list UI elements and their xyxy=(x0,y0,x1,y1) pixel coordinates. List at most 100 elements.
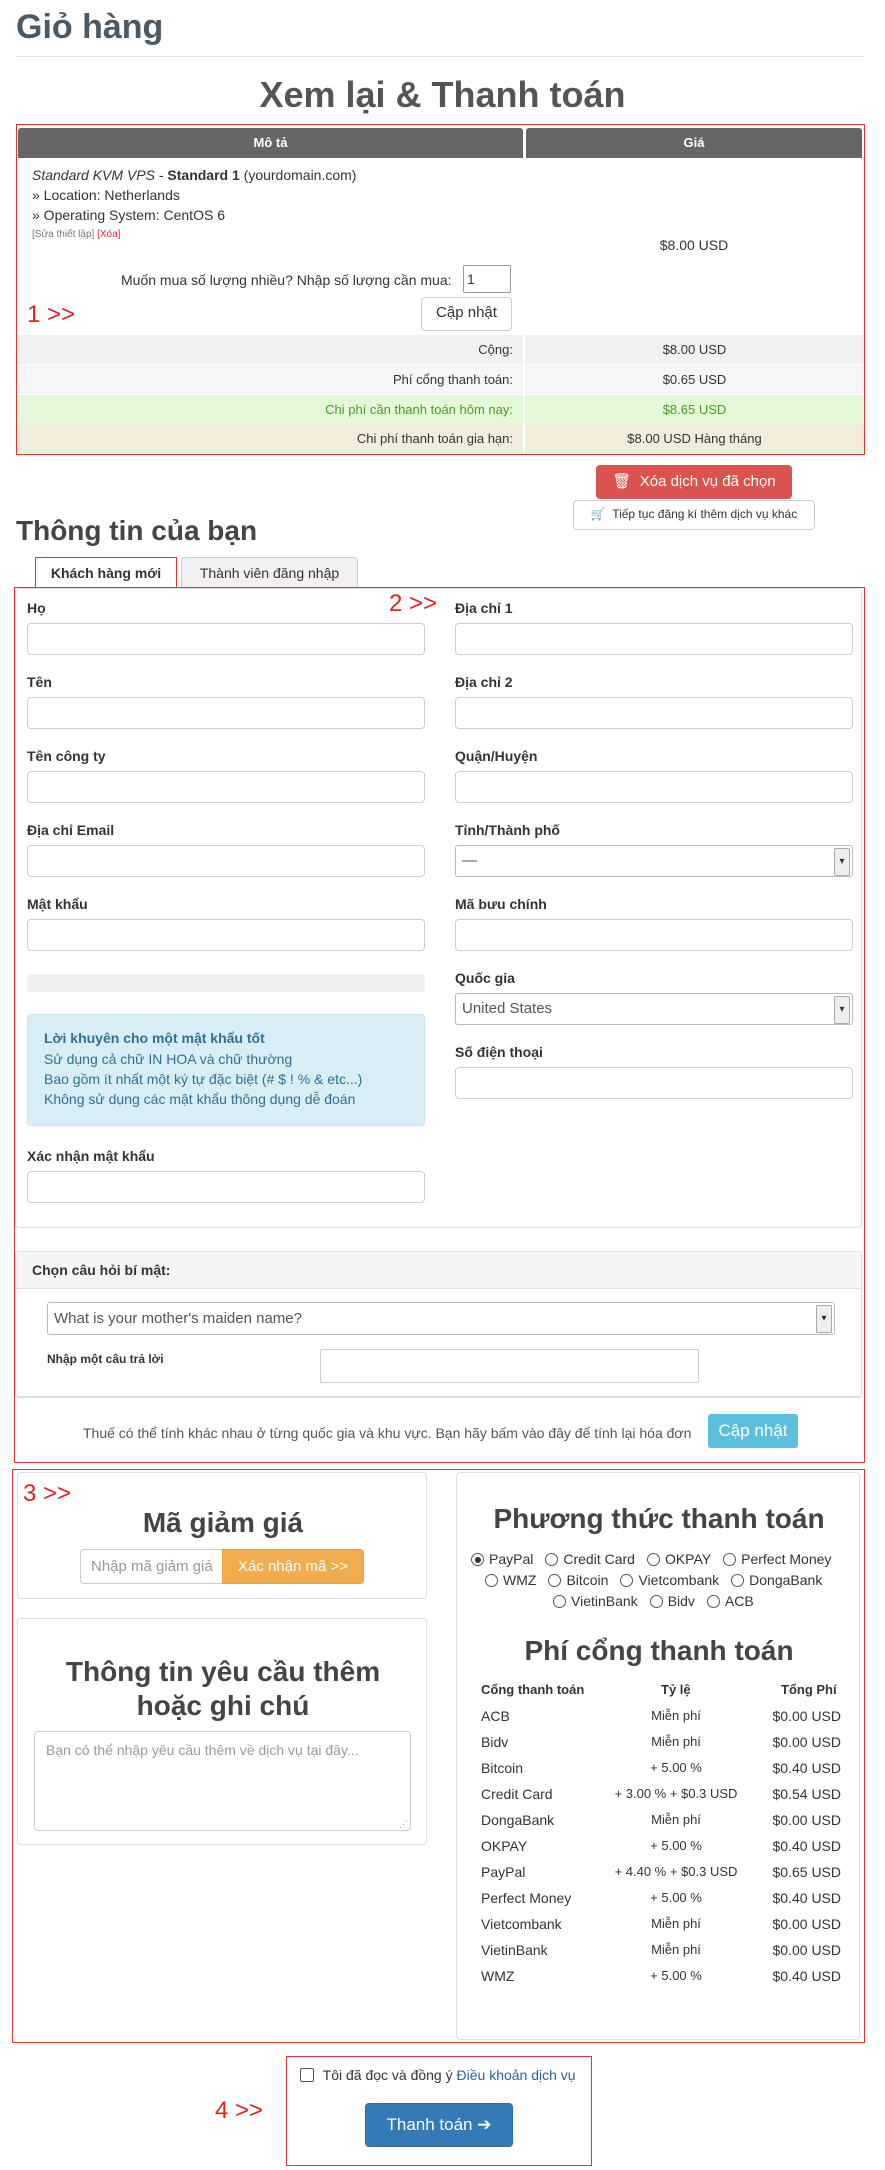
payment-radio[interactable] xyxy=(723,1553,737,1566)
payment-radio[interactable] xyxy=(620,1574,634,1587)
payment-method-perfect-money[interactable]: Perfect Money xyxy=(723,1551,831,1567)
tab-login[interactable]: Thành viên đăng nhập xyxy=(181,557,358,588)
payment-method-credit-card[interactable]: Credit Card xyxy=(545,1551,635,1567)
fee-gateway: DongaBank xyxy=(481,1812,555,1828)
fee-gateway: VietinBank xyxy=(481,1942,548,1958)
tax-note: Thuế có thể tính khác nhau ở từng quốc g… xyxy=(83,1425,692,1441)
payment-method-label: OKPAY xyxy=(664,1551,712,1567)
promo-input[interactable]: Nhập mã giảm giá xyxy=(80,1549,223,1584)
postcode-input[interactable] xyxy=(455,919,853,951)
fee-rate: + 5.00 % xyxy=(650,1838,702,1853)
product-name: Standard KVM VPS xyxy=(32,167,155,183)
province-value: — xyxy=(462,852,477,869)
continue-shopping-button[interactable]: 🛒 Tiếp tục đăng kí thêm dịch vụ khác xyxy=(573,500,815,530)
fee-header-total: Tổng Phí xyxy=(781,1682,837,1697)
country-label: Quốc gia xyxy=(455,970,515,986)
last-name-input[interactable] xyxy=(27,623,425,655)
fee-rate: Miễn phí xyxy=(651,1916,701,1931)
security-answer-input[interactable] xyxy=(320,1349,699,1383)
notes-textarea[interactable]: Bạn có thể nhập yêu cầu thêm về dịch vụ … xyxy=(34,1731,411,1831)
company-input[interactable] xyxy=(27,771,425,803)
security-question-select[interactable]: What is your mother's maiden name? ▾ xyxy=(47,1302,835,1335)
fee-rate: + 5.00 % xyxy=(650,1890,702,1905)
confirm-password-input[interactable] xyxy=(27,1171,425,1203)
payment-method-bitcoin[interactable]: Bitcoin xyxy=(548,1572,608,1588)
fee-rate: Miễn phí xyxy=(651,1942,701,1957)
address2-input[interactable] xyxy=(455,697,853,729)
phone-label: Số điện thoại xyxy=(455,1044,543,1060)
payment-title: Phương thức thanh toán xyxy=(493,1503,825,1534)
first-name-input[interactable] xyxy=(27,697,425,729)
qty-prompt: Muốn mua số lượng nhiều? Nhập số lượng c… xyxy=(121,272,452,288)
payment-radio[interactable] xyxy=(646,1553,660,1566)
fee-gateway: PayPal xyxy=(481,1864,526,1880)
fee-rate: Miễn phí xyxy=(651,1708,701,1723)
district-input[interactable] xyxy=(455,771,853,803)
fee-rate: Miễn phí xyxy=(651,1812,701,1827)
tab-new-customer[interactable]: Khách hàng mới xyxy=(35,557,177,589)
due-today-value: $8.65 USD xyxy=(525,395,864,424)
phone-input[interactable] xyxy=(455,1067,853,1099)
fee-rate: + 5.00 % xyxy=(650,1760,702,1775)
divider xyxy=(16,56,864,57)
payment-radio[interactable] xyxy=(553,1595,566,1608)
tos-link[interactable]: Điều khoản dịch vụ xyxy=(457,2067,576,2083)
product-domain: (yourdomain.com) xyxy=(243,167,357,183)
tax-update-button[interactable]: Cập nhật xyxy=(708,1414,798,1448)
tip-1: Sử dụng cả chữ IN HOA và chữ thường xyxy=(44,1051,293,1067)
payment-radio[interactable] xyxy=(731,1574,745,1587)
checkout-button[interactable]: Thanh toán ➔ xyxy=(365,2103,513,2147)
fee-total: $0.00 USD xyxy=(772,1812,841,1828)
country-select[interactable]: United States ▾ xyxy=(455,993,853,1025)
tos-agreement: Tôi đã đọc và đồng ý Điều khoản dịch vụ xyxy=(300,2067,576,2083)
payment-radio[interactable] xyxy=(471,1553,484,1566)
fee-gateway: Vietcombank xyxy=(481,1916,562,1932)
payment-method-dongabank[interactable]: DongaBank xyxy=(731,1572,822,1588)
province-label: Tỉnh/Thành phố xyxy=(455,822,560,838)
fee-table-row: Vietcombank Miễn phí $0.00 USD xyxy=(481,1911,861,1937)
tos-checkbox[interactable] xyxy=(300,2068,314,2082)
payment-radio[interactable] xyxy=(706,1595,720,1608)
payment-method-label: Vietcombank xyxy=(638,1572,720,1588)
payment-method-vietcombank[interactable]: Vietcombank xyxy=(620,1572,719,1588)
delete-item-link[interactable]: [Xóa] xyxy=(97,229,120,240)
payment-section: 3 >> Mã giảm giá Nhập mã giảm giá Xác nh… xyxy=(12,1469,865,2043)
payment-method-acb[interactable]: ACB xyxy=(706,1593,754,1609)
fee-total: $0.65 USD xyxy=(772,1864,841,1880)
payment-radio[interactable] xyxy=(548,1574,562,1587)
update-qty-button[interactable]: Cập nhật xyxy=(421,297,512,331)
resize-handle-icon[interactable]: ⋰ xyxy=(399,1819,408,1830)
password-input[interactable] xyxy=(27,919,425,951)
edit-config-link[interactable]: [Sửa thiết lập] xyxy=(32,229,94,240)
cart-section: Mô tả Giá Standard KVM VPS - Standard 1 … xyxy=(16,124,865,455)
fee-gateway: Perfect Money xyxy=(481,1890,572,1906)
fee-total: $0.40 USD xyxy=(772,1968,841,1984)
recurring-label: Chi phí thanh toán gia hạn: xyxy=(17,424,523,453)
apply-promo-button[interactable]: Xác nhận mã >> xyxy=(222,1549,364,1584)
email-input[interactable] xyxy=(27,845,425,877)
payment-method-label: WMZ xyxy=(503,1572,537,1588)
payment-method-vietinbank[interactable]: VietinBank xyxy=(553,1593,638,1609)
payment-method-okpay[interactable]: OKPAY xyxy=(646,1551,712,1567)
payment-radio[interactable] xyxy=(545,1553,559,1566)
fee-rate: + 4.40 % + $0.3 USD xyxy=(614,1864,738,1879)
payment-method-wmz[interactable]: WMZ xyxy=(485,1572,536,1588)
security-panel: Chọn câu hỏi bí mật: What is your mother… xyxy=(15,1251,862,1397)
payment-radio[interactable] xyxy=(649,1595,663,1608)
chevron-down-icon: ▾ xyxy=(834,848,850,876)
address1-input[interactable] xyxy=(455,623,853,655)
promo-panel: Mã giảm giá Nhập mã giảm giá Xác nhận mã… xyxy=(17,1472,427,1599)
review-title: Xem lại & Thanh toán xyxy=(259,74,626,115)
payment-method-paypal[interactable]: PayPal xyxy=(471,1551,533,1567)
empty-cart-button[interactable]: 🗑 Xóa dịch vụ đã chọn xyxy=(596,465,792,499)
cart-product: Standard KVM VPS - Standard 1 (yourdomai… xyxy=(32,167,357,183)
payment-method-bidv[interactable]: Bidv xyxy=(649,1593,695,1609)
payment-radio[interactable] xyxy=(485,1574,498,1587)
province-select[interactable]: — ▾ xyxy=(455,845,853,877)
empty-cart-label: Xóa dịch vụ đã chọn xyxy=(639,473,776,490)
step-marker-2: 2 >> xyxy=(389,590,438,617)
fee-table-row: Credit Card + 3.00 % + $0.3 USD $0.54 USD xyxy=(481,1781,861,1807)
promo-placeholder: Nhập mã giảm giá xyxy=(91,1558,213,1575)
gateway-fee-value: $0.65 USD xyxy=(525,365,864,394)
qty-input[interactable]: 1 xyxy=(463,265,511,293)
